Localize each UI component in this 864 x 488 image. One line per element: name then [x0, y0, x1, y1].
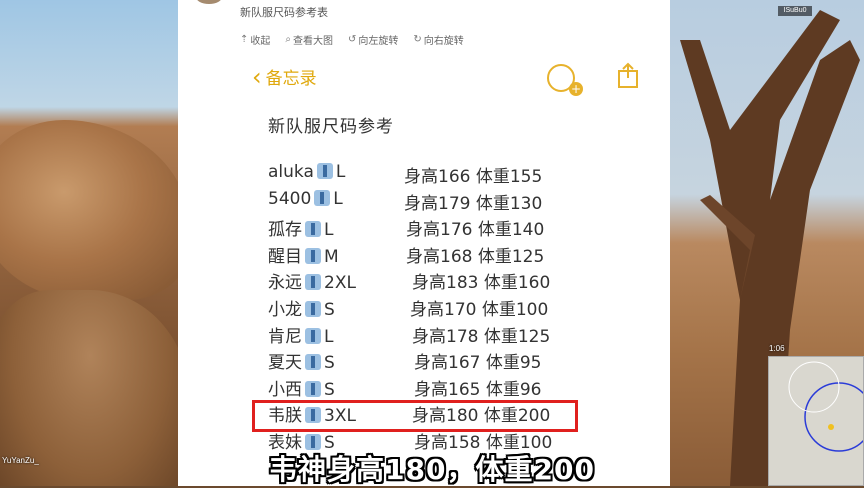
shirt-size: L	[333, 188, 343, 209]
height-value: 身高170	[410, 300, 477, 320]
game-background-left	[0, 0, 178, 486]
height-value: 身高167	[414, 353, 481, 374]
member-name: 孤存	[268, 220, 302, 241]
member-name: aluka	[268, 162, 314, 182]
list-item: aluka L 身高166 体重155	[178, 162, 670, 188]
collapse-button[interactable]: ⇡ 收起	[240, 32, 270, 47]
shirt-size: L	[324, 326, 334, 347]
list-item: 5400 L 身高179 体重130	[178, 189, 670, 215]
rotate-right-icon: ↻	[413, 34, 422, 45]
member-name: 小龙	[268, 300, 302, 320]
shirt-size: L	[335, 162, 346, 182]
weight-value: 体重125	[483, 326, 551, 347]
chevron-left-icon: ‹	[252, 62, 262, 91]
list-item: 小龙 S 身高170 体重100	[178, 295, 670, 321]
shirt-icon	[305, 354, 321, 371]
list-item: 醒目 M 身高168 体重125	[178, 242, 670, 268]
height-value: 身高166	[404, 167, 471, 187]
shirt-size: S	[324, 300, 335, 320]
weight-value: 体重100	[481, 300, 549, 320]
viewer-title: 新队服尺码参考表	[240, 6, 328, 19]
viewer-toolbar: ⇡ 收起 ⌕ 查看大图 ↺ 向左旋转 ↻ 向右旋转	[240, 32, 464, 47]
shirt-icon	[305, 327, 321, 344]
list-item: 孤存 L 身高176 体重140	[178, 215, 670, 241]
member-name: 肯尼	[268, 326, 302, 347]
height-value: 身高176	[406, 220, 473, 241]
height-value: 身高165	[414, 379, 481, 400]
list-item: 肯尼 L 身高178 体重125	[178, 322, 670, 348]
shirt-icon	[316, 163, 333, 179]
note-title: 新队服尺码参考	[268, 117, 394, 137]
list-item: 夏天 S 身高167 体重95	[178, 348, 670, 374]
share-icon[interactable]	[618, 62, 638, 88]
shirt-icon	[305, 301, 321, 317]
back-label: 备忘录	[265, 69, 317, 89]
height-value: 身高179	[404, 193, 471, 214]
weight-value: 体重155	[475, 167, 543, 187]
weight-value: 体重130	[475, 193, 543, 214]
member-name: 夏天	[268, 353, 302, 374]
image-viewer-panel: 新队服尺码参考表 ⇡ 收起 ⌕ 查看大图 ↺ 向左旋转 ↻ 向右旋转 ‹ 备忘录 + 新…	[178, 0, 670, 486]
collapse-icon: ⇡	[240, 34, 249, 45]
view-large-button[interactable]: ⌕ 查看大图	[285, 32, 333, 47]
height-value: 身高183	[412, 273, 479, 294]
member-name: 永远	[268, 273, 302, 294]
rotate-left-icon: ↺	[348, 34, 357, 45]
list-item: 永远 2XL 身高183 体重160	[178, 268, 670, 294]
avatar	[196, 0, 222, 4]
shirt-icon	[305, 380, 321, 397]
weight-value: 体重95	[485, 353, 542, 374]
shirt-icon	[305, 247, 321, 264]
weight-value: 体重125	[477, 246, 545, 267]
add-person-icon[interactable]: +	[547, 64, 583, 96]
game-top-label: ISuBu0	[778, 6, 812, 16]
shirt-size: 2XL	[324, 273, 356, 294]
game-timer: 1:06	[769, 344, 785, 353]
weight-value: 体重140	[477, 220, 545, 241]
zoom-icon: ⌕	[285, 34, 291, 45]
video-subtitle: 韦神身高180，体重200	[269, 453, 595, 486]
shirt-size: M	[324, 246, 339, 267]
rotate-right-button[interactable]: ↻ 向右旋转	[413, 32, 463, 47]
highlight-box	[252, 400, 578, 432]
shirt-icon	[305, 274, 321, 291]
back-button[interactable]: ‹ 备忘录	[252, 62, 317, 91]
height-value: 身高168	[406, 246, 473, 267]
rotate-left-button[interactable]: ↺ 向左旋转	[348, 32, 398, 47]
shirt-size: S	[324, 353, 335, 374]
weight-value: 体重160	[483, 273, 551, 294]
weight-value: 体重96	[485, 379, 542, 400]
shirt-icon	[305, 221, 321, 238]
shirt-icon	[314, 189, 331, 206]
shirt-size: S	[324, 379, 335, 400]
member-name: 醒目	[268, 246, 302, 267]
rock	[0, 120, 178, 300]
height-value: 身高178	[412, 326, 479, 347]
member-name: 5400	[268, 188, 312, 209]
shirt-size: L	[324, 220, 334, 241]
member-name: 小西	[268, 379, 302, 400]
list-item: 小西 S 身高165 体重96	[178, 375, 670, 401]
